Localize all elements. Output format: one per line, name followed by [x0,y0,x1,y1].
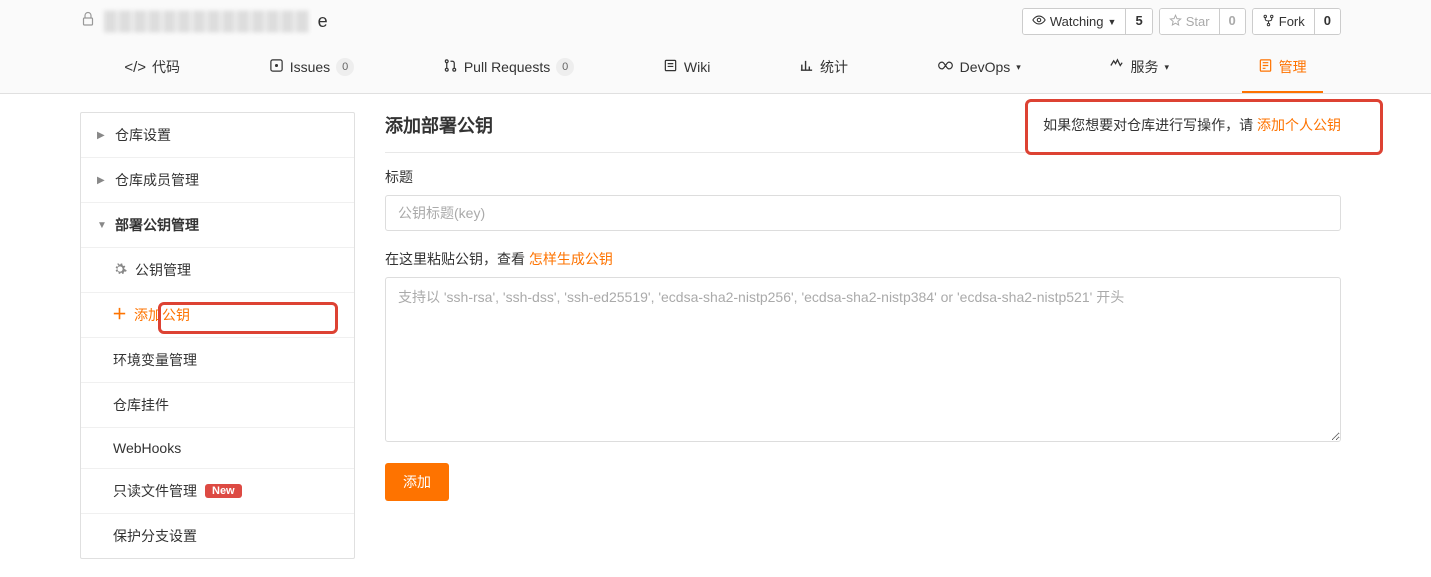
sidebar-item-env-var[interactable]: 环境变量管理 [81,338,354,383]
sidebar-item-deploy-key-mgmt[interactable]: ▼部署公钥管理 [81,203,354,248]
tab-devops[interactable]: DevOps▾ [921,44,1037,93]
eye-icon [1032,13,1046,30]
issues-icon [269,58,284,77]
repo-title: ██████████████ e [80,11,330,32]
caret-right-icon: ▶ [97,175,107,186]
fork-group: Fork 0 [1252,8,1341,35]
tab-services[interactable]: 服务▾ [1093,43,1185,93]
tab-pull-requests[interactable]: Pull Requests0 [427,44,590,93]
sidebar-item-branch-protect[interactable]: 保护分支设置 [81,514,354,558]
chevron-down-icon: ▾ [1164,62,1169,73]
tab-issues[interactable]: Issues0 [253,44,370,93]
watch-count[interactable]: 5 [1125,9,1151,34]
star-count[interactable]: 0 [1219,9,1245,34]
title-input[interactable] [385,195,1341,231]
sidebar-item-plugins[interactable]: 仓库挂件 [81,383,354,428]
caret-right-icon: ▶ [97,130,107,141]
tab-stats[interactable]: 统计 [783,43,864,93]
sidebar: ▶仓库设置 ▶仓库成员管理 ▼部署公钥管理 公钥管理 添加公钥 环境变量管理 仓… [80,112,355,559]
pr-badge: 0 [556,58,574,76]
tab-wiki[interactable]: Wiki [647,44,726,93]
tab-code[interactable]: </>代码 [108,43,196,93]
key-label: 在这里粘贴公钥，查看 怎样生成公钥 [385,249,1341,269]
sidebar-item-webhooks[interactable]: WebHooks [81,428,354,469]
manage-icon [1258,58,1273,77]
wiki-icon [663,58,678,77]
caret-down-icon: ▼ [97,220,107,231]
chevron-down-icon: ▼ [1108,17,1117,27]
fork-button[interactable]: Fork [1253,9,1314,34]
hint-text: 如果您想要对仓库进行写操作，请 添加个人公钥 [1043,115,1341,135]
main-content: 添加部署公钥 如果您想要对仓库进行写操作，请 添加个人公钥 标题 在这里粘贴公钥… [385,112,1341,559]
watch-group: Watching ▼ 5 [1022,8,1153,35]
issues-badge: 0 [336,58,354,76]
fork-count[interactable]: 0 [1314,9,1340,34]
sidebar-item-add-key[interactable]: 添加公钥 [81,293,354,338]
nav-tabs: </>代码 Issues0 Pull Requests0 Wiki 统计 Dev… [0,43,1431,94]
how-to-generate-link[interactable]: 怎样生成公钥 [529,251,613,267]
lock-icon [80,11,96,32]
star-button[interactable]: Star [1160,9,1219,34]
new-badge: New [205,484,242,498]
plus-icon [113,307,126,323]
add-personal-key-link[interactable]: 添加个人公钥 [1257,117,1341,133]
sidebar-item-key-mgmt[interactable]: 公钥管理 [81,248,354,293]
star-group: Star 0 [1159,8,1246,35]
stats-icon [799,58,814,77]
key-textarea[interactable] [385,277,1341,442]
top-bar: ██████████████ e Watching ▼ 5 Star 0 For… [0,0,1431,43]
action-buttons: Watching ▼ 5 Star 0 Fork 0 [1022,8,1341,35]
services-icon [1109,58,1124,77]
gear-icon [113,262,127,279]
chevron-down-icon: ▾ [1016,62,1021,73]
title-label: 标题 [385,167,1341,187]
watch-button[interactable]: Watching ▼ [1023,9,1126,34]
sidebar-item-readonly[interactable]: 只读文件管理New [81,469,354,514]
tab-manage[interactable]: 管理 [1242,43,1323,93]
pr-icon [443,58,458,77]
sidebar-item-repo-settings[interactable]: ▶仓库设置 [81,113,354,158]
code-icon: </> [124,59,146,76]
sidebar-item-member-mgmt[interactable]: ▶仓库成员管理 [81,158,354,203]
fork-icon [1262,14,1275,30]
page-title: 添加部署公钥 [385,112,493,138]
submit-button[interactable]: 添加 [385,463,449,501]
devops-icon [937,58,954,77]
star-icon [1169,14,1182,30]
